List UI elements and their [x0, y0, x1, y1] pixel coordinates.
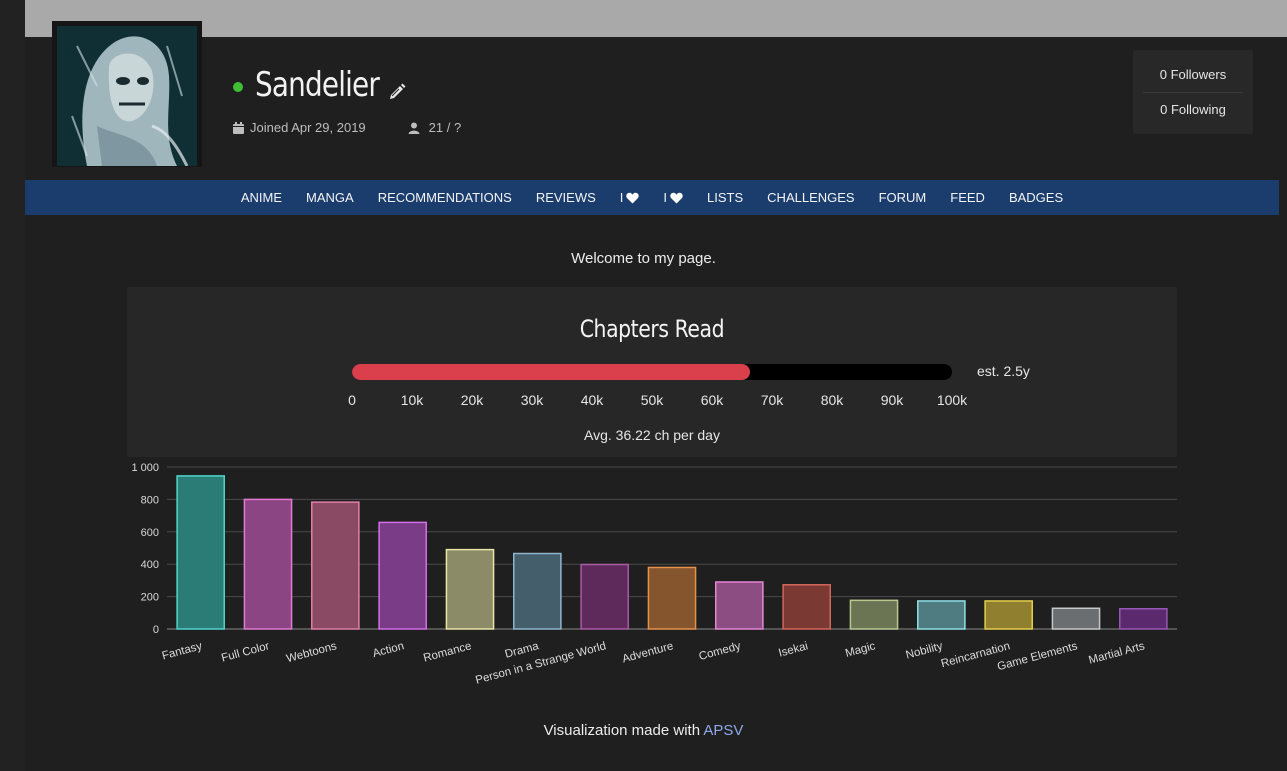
user-stat-text: 21 / ?	[428, 120, 462, 135]
x-tick-label: Webtoons	[285, 640, 338, 665]
avg-per-day: Avg. 36.22 ch per day	[584, 427, 720, 443]
y-tick-label: 1 000	[131, 462, 159, 474]
bar	[243, 498, 293, 630]
nav-item-manga[interactable]: MANGA	[306, 190, 354, 205]
bar	[176, 475, 225, 630]
nav-item-reviews[interactable]: REVIEWS	[536, 190, 596, 205]
chapters-read-title: Chapters Read	[127, 315, 1177, 343]
user-icon	[408, 122, 420, 134]
progress-tick-label: 10k	[400, 392, 424, 408]
progress-tick-label: 80k	[820, 392, 844, 408]
nav-item-anime[interactable]: ANIME	[241, 190, 282, 205]
nav-item-feed[interactable]: FEED	[950, 190, 985, 205]
x-tick-label: Romance	[422, 640, 473, 664]
progress-tick-label: 100k	[936, 392, 968, 408]
progress-tick-label: 70k	[760, 392, 784, 408]
bar	[445, 548, 495, 630]
genre-bar-chart-svg: 0 200 400 600 800 1 000 Fantasy Full Color Webto…	[131, 462, 1177, 687]
progress-tick-label: 60k	[700, 392, 724, 408]
page-margin	[0, 0, 25, 771]
y-tick-label: 0	[153, 624, 159, 636]
x-tick-label: Adventure	[621, 640, 675, 665]
apsv-link[interactable]: APSV	[703, 722, 743, 739]
username-row: Sandelier	[233, 65, 406, 105]
followers-link[interactable]: 0 Followers	[1133, 58, 1253, 92]
nav-item-i-love-1-label: I	[619, 190, 624, 205]
y-tick-label: 800	[141, 494, 159, 506]
joined-text: Joined Apr 29, 2019	[250, 120, 366, 135]
x-tick-label: Isekai	[777, 640, 809, 659]
follow-box: 0 Followers 0 Following	[1133, 50, 1253, 134]
nav-item-challenges[interactable]: CHALLENGES	[767, 190, 854, 205]
x-tick-label: Drama	[504, 640, 541, 661]
bar	[984, 600, 1033, 630]
chapters-read-title-text: Chapters Read	[579, 315, 725, 343]
x-tick-label: Person in a Strange World	[474, 640, 607, 686]
nav-item-recommendations[interactable]: RECOMMENDATIONS	[378, 190, 512, 205]
progress-tick-label: 90k	[880, 392, 904, 408]
progress-tick-label: 50k	[640, 392, 664, 408]
profile-meta: Joined Apr 29, 2019 21 / ?	[233, 120, 461, 135]
bar	[513, 552, 562, 630]
x-tick-label: Full Color	[220, 640, 271, 664]
chapters-read-panel: Chapters Read est. 2.5y 0 10k 20k 30k 40k 50k…	[127, 287, 1177, 457]
nav-item-lists[interactable]: LISTS	[707, 190, 743, 205]
progress-tick-label: 20k	[460, 392, 484, 408]
bar	[782, 584, 831, 630]
user-stat: 21 / ?	[408, 120, 462, 135]
heart-icon	[670, 192, 683, 203]
heart-icon	[626, 192, 640, 203]
progress-tick-label: 0	[348, 392, 356, 408]
y-tick-label: 200	[141, 592, 159, 604]
x-tick-label: Nobility	[905, 640, 945, 661]
avatar[interactable]	[57, 26, 197, 166]
genre-bar-chart: 0 200 400 600 800 1 000 Fantasy Full Color Webto…	[127, 457, 1187, 707]
x-tick-label: Martial Arts	[1087, 640, 1146, 667]
bar	[1119, 608, 1168, 630]
bar	[378, 521, 427, 630]
bar	[311, 501, 360, 630]
est-time-label: est. 2.5y	[977, 363, 1030, 379]
footer: Visualization made with APSV	[0, 722, 1287, 739]
y-tick-label: 400	[141, 559, 159, 571]
progress-tick-label: 40k	[580, 392, 604, 408]
footer-text: Visualization made with	[543, 722, 701, 739]
nav-item-i-love-1[interactable]: I	[620, 190, 640, 205]
x-tick-label: Magic	[844, 640, 877, 660]
profile-header	[25, 37, 1287, 180]
username: Sandelier	[255, 65, 380, 105]
x-tick-label: Comedy	[698, 640, 743, 663]
bar	[917, 600, 966, 630]
nav-item-badges[interactable]: BADGES	[1009, 190, 1063, 205]
chapters-progress-track	[352, 364, 952, 380]
bar	[647, 566, 697, 630]
pencil-icon[interactable]	[387, 82, 407, 102]
bar	[580, 563, 629, 630]
banner-strip	[25, 0, 1287, 37]
chapters-progress-fill	[352, 364, 750, 380]
joined-date: Joined Apr 29, 2019	[233, 120, 366, 135]
bar	[1051, 607, 1101, 630]
x-tick-label: Fantasy	[161, 640, 204, 662]
nav-item-i-love-2-label: I	[663, 190, 668, 205]
bar	[715, 581, 764, 630]
x-tick-label: Action	[371, 640, 405, 660]
welcome-text: Welcome to my page.	[571, 250, 716, 267]
y-tick-label: 600	[141, 527, 159, 539]
online-status-dot	[233, 82, 243, 92]
calendar-icon	[233, 121, 244, 134]
bar	[849, 599, 899, 630]
following-link[interactable]: 0 Following	[1133, 93, 1253, 127]
profile-nav: ANIME MANGA RECOMMENDATIONS REVIEWS I I …	[25, 180, 1279, 215]
nav-item-forum[interactable]: FORUM	[879, 190, 927, 205]
progress-tick-label: 30k	[520, 392, 544, 408]
nav-item-i-love-2[interactable]: I	[663, 190, 683, 205]
